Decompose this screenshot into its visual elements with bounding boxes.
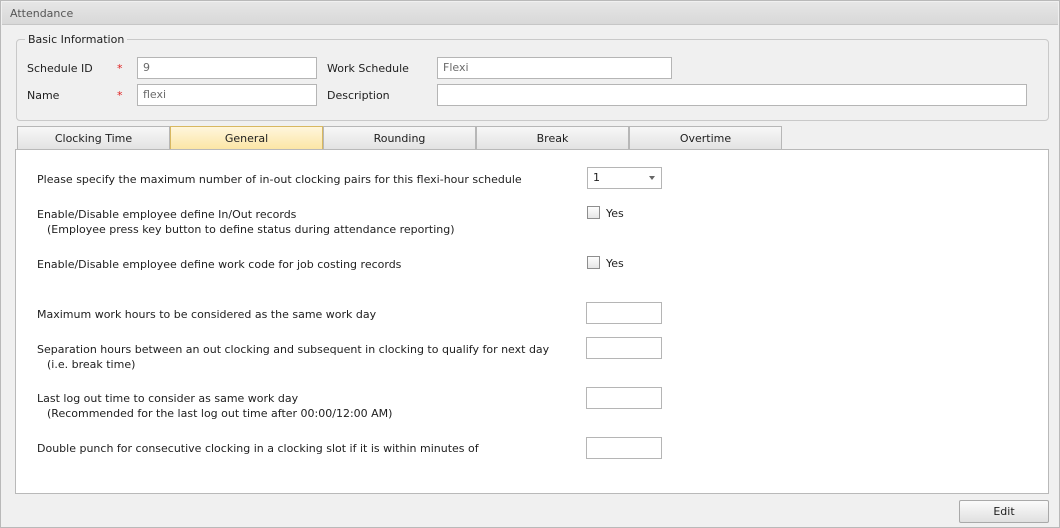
basic-information-group: Basic Information <box>16 33 1049 121</box>
tab-break[interactable]: Break <box>476 126 629 149</box>
tab-general[interactable]: General <box>170 126 323 150</box>
attendance-window: Attendance Basic Information Schedule ID… <box>0 0 1060 528</box>
window-title: Attendance <box>2 2 1058 25</box>
tab-rounding[interactable]: Rounding <box>323 126 476 149</box>
max-work-hours-input[interactable] <box>586 302 662 324</box>
required-marker: * <box>117 62 123 75</box>
double-punch-input[interactable] <box>586 437 662 459</box>
double-punch-label: Double punch for consecutive clocking in… <box>37 442 479 455</box>
schedule-id-label: Schedule ID <box>27 62 93 75</box>
work-code-checkbox[interactable] <box>587 256 600 269</box>
separation-hours-input[interactable] <box>586 337 662 359</box>
name-label: Name <box>27 89 60 102</box>
description-label: Description <box>327 89 390 102</box>
work-schedule-label: Work Schedule <box>327 62 409 75</box>
separation-hours-sublabel: (i.e. break time) <box>47 358 136 371</box>
description-field[interactable] <box>437 84 1027 106</box>
required-marker: * <box>117 89 123 102</box>
last-logout-input[interactable] <box>586 387 662 409</box>
last-logout-label: Last log out time to consider as same wo… <box>37 392 299 405</box>
inout-records-checkbox-label: Yes <box>606 207 624 220</box>
max-pairs-value: 1 <box>593 171 600 184</box>
separation-hours-label: Separation hours between an out clocking… <box>37 343 550 356</box>
schedule-id-field[interactable]: 9 <box>137 57 317 79</box>
tab-clocking-time[interactable]: Clocking Time <box>17 126 170 149</box>
last-logout-sublabel: (Recommended for the last log out time a… <box>47 407 393 420</box>
inout-records-sublabel: (Employee press key button to define sta… <box>47 223 455 236</box>
chevron-down-icon <box>649 176 655 180</box>
inout-records-label: Enable/Disable employee define In/Out re… <box>37 208 297 221</box>
name-field[interactable]: flexi <box>137 84 317 106</box>
max-pairs-label: Please specify the maximum number of in-… <box>37 173 522 186</box>
edit-button[interactable]: Edit <box>959 500 1049 523</box>
max-pairs-select[interactable]: 1 <box>587 167 662 189</box>
tab-overtime[interactable]: Overtime <box>629 126 782 149</box>
work-schedule-field[interactable]: Flexi <box>437 57 672 79</box>
max-work-hours-label: Maximum work hours to be considered as t… <box>37 308 377 321</box>
inout-records-checkbox[interactable] <box>587 206 600 219</box>
work-code-checkbox-label: Yes <box>606 257 624 270</box>
group-legend: Basic Information <box>25 33 128 47</box>
work-code-label: Enable/Disable employee define work code… <box>37 258 402 271</box>
